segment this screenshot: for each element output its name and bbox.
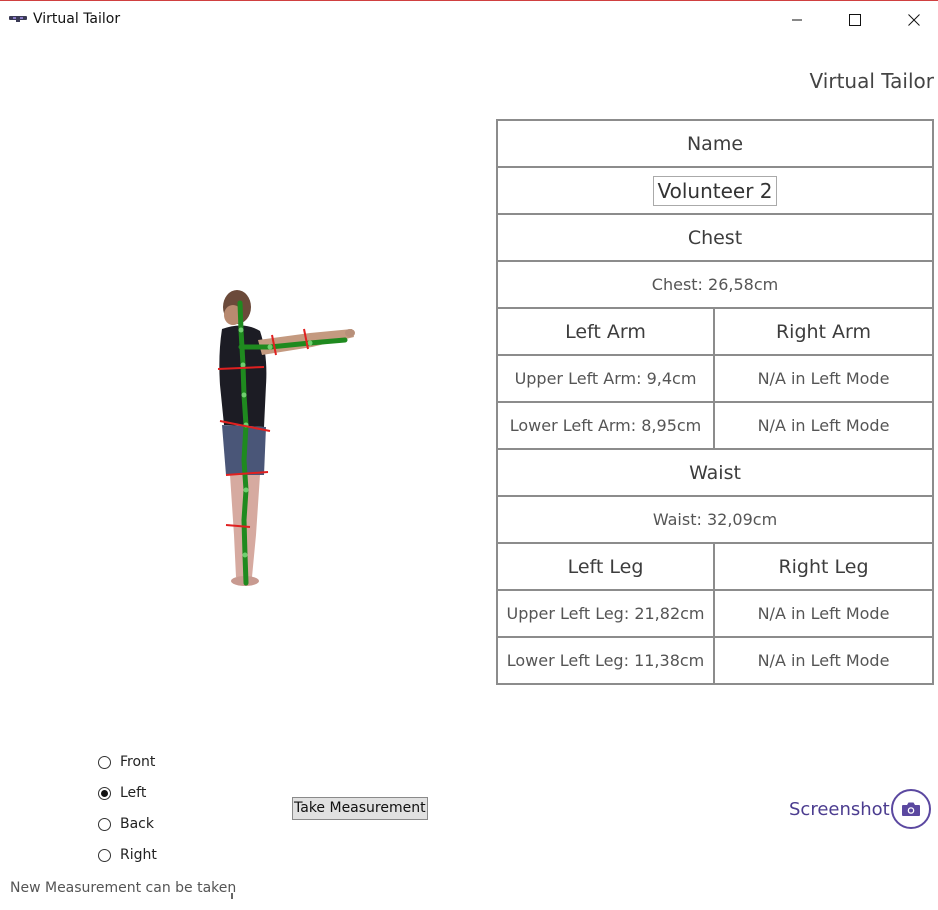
measurements-table: Name Volunteer 2 Chest Chest: 26,58cm Le… xyxy=(496,119,934,685)
camera-icon xyxy=(902,802,920,816)
radio-button-right[interactable] xyxy=(98,848,111,862)
left-arm-header: Left Arm xyxy=(496,307,715,356)
chest-header: Chest xyxy=(496,213,934,262)
name-value: Volunteer 2 xyxy=(653,175,777,206)
status-message: New Measurement can be taken xyxy=(10,880,237,896)
radio-label-front: Front xyxy=(120,754,156,770)
maximize-icon xyxy=(849,14,861,26)
lower-left-leg-value: Lower Left Leg: 11,38cm xyxy=(496,636,715,685)
radio-label-right: Right xyxy=(120,847,157,863)
waist-value: Waist: 32,09cm xyxy=(496,495,934,544)
name-header: Name xyxy=(496,119,934,168)
screenshot-link[interactable]: Screenshot xyxy=(789,799,890,820)
chest-value: Chest: 26,58cm xyxy=(496,260,934,309)
left-leg-header: Left Leg xyxy=(496,542,715,591)
lower-right-arm-value: N/A in Left Mode xyxy=(713,401,934,450)
radio-label-back: Back xyxy=(120,816,154,832)
title-bar[interactable]: Virtual Tailor xyxy=(0,1,938,37)
radio-option-left[interactable]: Left xyxy=(98,783,146,803)
radio-button-front[interactable] xyxy=(98,755,111,769)
kinect-app-icon xyxy=(9,16,27,22)
right-leg-header: Right Leg xyxy=(713,542,934,591)
upper-right-leg-value: N/A in Left Mode xyxy=(713,589,934,638)
radio-button-back[interactable] xyxy=(98,817,111,831)
upper-left-leg-value: Upper Left Leg: 21,82cm xyxy=(496,589,715,638)
waist-header: Waist xyxy=(496,448,934,497)
window-title: Virtual Tailor xyxy=(33,11,121,27)
radio-option-back[interactable]: Back xyxy=(98,814,154,834)
radio-option-right[interactable]: Right xyxy=(98,845,157,865)
maximize-button[interactable] xyxy=(832,2,878,38)
lower-right-leg-value: N/A in Left Mode xyxy=(713,636,934,685)
body-skeleton-view xyxy=(217,290,355,586)
lower-left-arm-value: Lower Left Arm: 8,95cm xyxy=(496,401,715,450)
minimize-button[interactable] xyxy=(774,2,820,38)
close-button[interactable] xyxy=(891,2,937,38)
take-measurement-button[interactable]: Take Measurement xyxy=(292,797,428,820)
app-brand-title: Virtual Tailor xyxy=(809,69,934,93)
radio-button-left[interactable] xyxy=(98,786,111,800)
radio-label-left: Left xyxy=(120,785,147,801)
radio-option-front[interactable]: Front xyxy=(98,752,155,772)
upper-right-arm-value: N/A in Left Mode xyxy=(713,354,934,403)
right-arm-header: Right Arm xyxy=(713,307,934,356)
upper-left-arm-value: Upper Left Arm: 9,4cm xyxy=(496,354,715,403)
screenshot-button[interactable] xyxy=(891,789,931,829)
minimize-icon xyxy=(792,19,802,21)
status-cursor-mark xyxy=(231,893,233,899)
close-icon xyxy=(908,14,920,26)
name-cell: Volunteer 2 xyxy=(496,166,934,215)
